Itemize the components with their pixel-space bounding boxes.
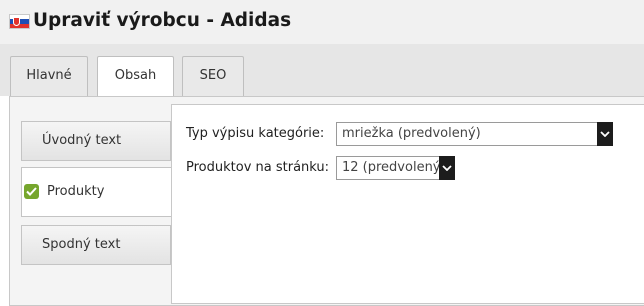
page-header: Upraviť výrobcu - Adidas [0,0,644,44]
slovakia-flag-icon [9,14,30,29]
per-page-value: 12 (predvolený) [342,160,446,175]
per-page-label: Produktov na stránku: [186,160,330,175]
side-tab-uvodny-text[interactable]: Úvodný text [21,121,171,161]
tab-seo[interactable]: SEO [182,56,244,96]
chevron-down-icon [439,156,455,180]
tab-bar: Hlavné Obsah SEO [0,44,644,97]
check-icon [24,184,39,199]
chevron-down-icon [597,122,613,146]
category-listing-select[interactable]: mriežka (predvolený) [336,122,613,146]
tab-obsah[interactable]: Obsah [97,56,174,97]
page-title: Upraviť výrobcu - Adidas [33,10,292,31]
per-page-select[interactable]: 12 (predvolený) [336,156,455,180]
side-tab-produkty[interactable]: Produkty [21,167,171,217]
side-tab-spodny-text[interactable]: Spodný text [21,225,171,265]
tab-hlavne[interactable]: Hlavné [10,56,88,96]
side-tab-label: Produkty [47,184,105,199]
category-listing-label: Typ výpisu kategórie: [186,126,325,141]
category-listing-value: mriežka (predvolený) [342,126,481,141]
